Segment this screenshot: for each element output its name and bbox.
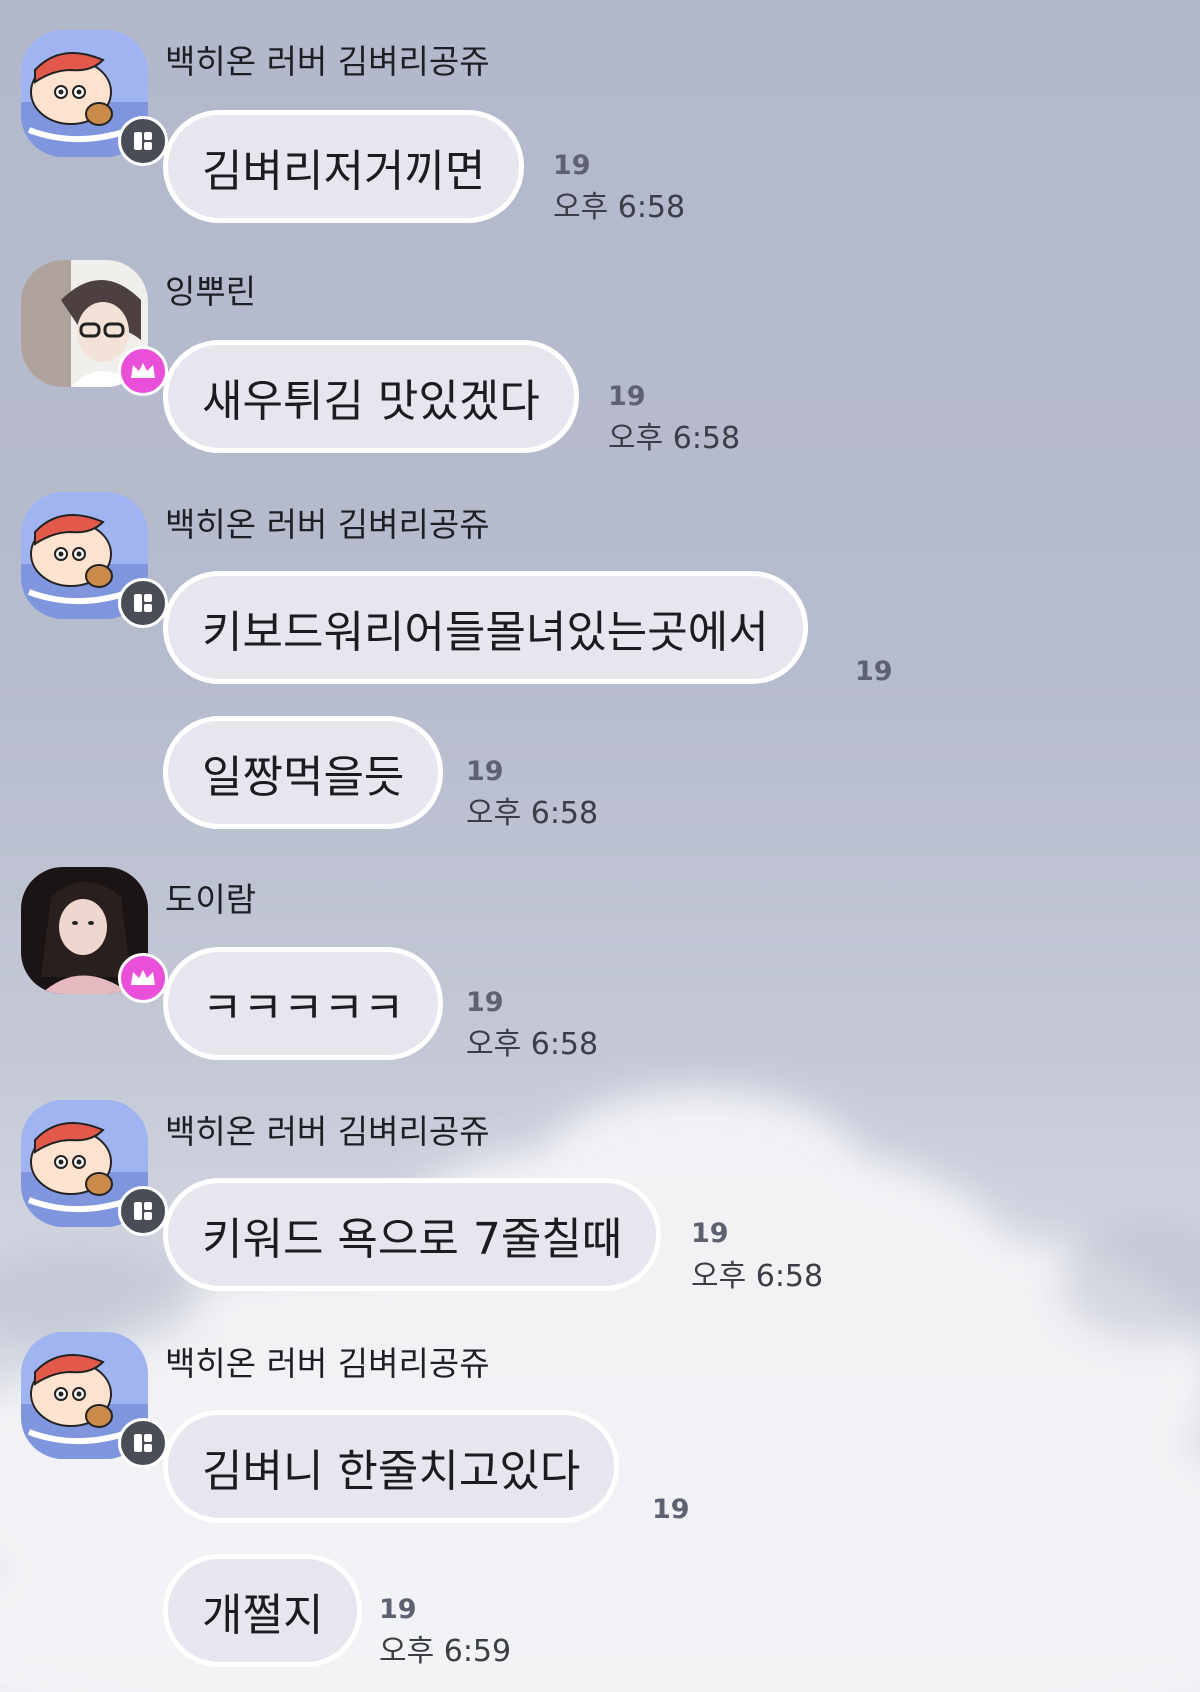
- message-bubble[interactable]: 키워드 욕으로 7줄칠때: [163, 1178, 662, 1291]
- sender-name: 도이람: [165, 880, 257, 919]
- sender-avatar[interactable]: [21, 1100, 168, 1236]
- message-time: 오후 6:58: [691, 1259, 824, 1294]
- unread-count: 19: [553, 150, 591, 181]
- unread-count: 19: [379, 1594, 417, 1625]
- sender-name: 백히온 러버 김벼리공쥬: [165, 1344, 490, 1383]
- message-bubble[interactable]: 개쩔지: [163, 1554, 363, 1667]
- sender-name: 백히온 러버 김벼리공쥬: [165, 1112, 490, 1151]
- sender-avatar[interactable]: [21, 260, 168, 396]
- message-bubble[interactable]: ㅋㅋㅋㅋㅋ: [163, 947, 444, 1060]
- message-time: 오후 6:58: [608, 421, 741, 456]
- manager-badge-icon: [118, 1186, 168, 1236]
- message-bubble[interactable]: 새우튀김 맛있겠다: [163, 340, 579, 453]
- message-time: 오후 6:58: [553, 190, 686, 225]
- unread-count: 19: [466, 987, 504, 1018]
- sender-avatar[interactable]: [21, 492, 168, 628]
- manager-badge-icon: [118, 116, 168, 166]
- sender-avatar[interactable]: [21, 867, 168, 1003]
- sender-name: 잉뿌린: [165, 272, 257, 311]
- message-bubble[interactable]: 일짱먹을듯: [163, 716, 444, 829]
- manager-badge-icon: [118, 1418, 168, 1468]
- unread-count: 19: [652, 1494, 690, 1525]
- sender-name: 백히온 러버 김벼리공쥬: [165, 505, 490, 544]
- message-time: 오후 6:59: [379, 1634, 512, 1669]
- sender-avatar[interactable]: [21, 30, 168, 166]
- message-bubble[interactable]: 김벼니 한줄치고있다: [163, 1410, 620, 1523]
- crown-badge-icon: [118, 953, 168, 1003]
- unread-count: 19: [855, 656, 893, 687]
- manager-badge-icon: [118, 578, 168, 628]
- unread-count: 19: [691, 1218, 729, 1249]
- unread-count: 19: [466, 756, 504, 787]
- sender-avatar[interactable]: [21, 1332, 168, 1468]
- sender-name: 백히온 러버 김벼리공쥬: [165, 42, 490, 81]
- message-bubble[interactable]: 키보드워리어들몰녀있는곳에서: [163, 571, 808, 684]
- unread-count: 19: [608, 381, 646, 412]
- message-time: 오후 6:58: [466, 1027, 599, 1062]
- message-bubble[interactable]: 김벼리저거끼면: [163, 110, 525, 223]
- message-time: 오후 6:58: [466, 796, 599, 831]
- crown-badge-icon: [118, 346, 168, 396]
- chat-message-list[interactable]: 백히온 러버 김벼리공쥬 김벼리저거끼면 19 오후 6:58 잉뿌린 새우튀김…: [0, 0, 1200, 1692]
